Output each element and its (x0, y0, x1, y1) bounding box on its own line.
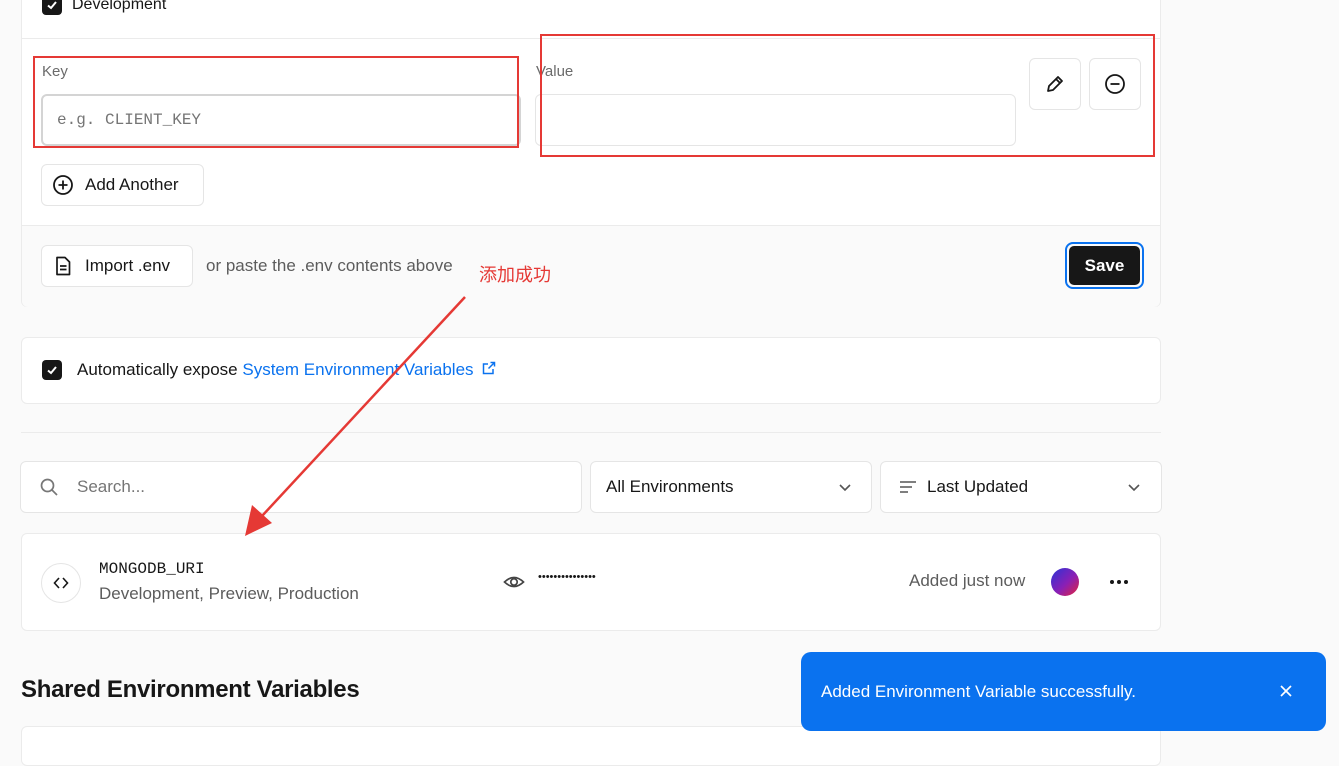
close-icon[interactable] (1278, 683, 1294, 699)
paste-hint: or paste the .env contents above (206, 256, 453, 275)
import-env-label: Import .env (85, 256, 171, 275)
variable-masked-value: ••••••••••••••• (538, 571, 596, 583)
sort-select-value: Last Updated (927, 477, 1029, 496)
avatar (1051, 568, 1079, 596)
development-label: Development (72, 0, 167, 13)
development-checkbox[interactable] (42, 0, 62, 15)
add-another-label: Add Another (85, 175, 179, 194)
annotation-text: 添加成功 (479, 265, 551, 285)
environment-select[interactable]: All Environments (590, 461, 872, 513)
variable-type-badge (41, 563, 81, 603)
eye-icon[interactable] (503, 571, 525, 593)
shared-section-card (21, 726, 1161, 766)
variable-name: MONGODB_URI (99, 560, 205, 578)
sort-lines-icon (900, 481, 916, 493)
chevron-down-icon (839, 484, 851, 492)
more-horizontal-icon[interactable] (1108, 571, 1130, 593)
system-env-link[interactable]: System Environment Variables (242, 360, 473, 379)
import-env-button[interactable]: Import .env (41, 245, 193, 287)
shared-section-title: Shared Environment Variables (21, 676, 360, 703)
sort-select[interactable]: Last Updated (880, 461, 1162, 513)
search-input[interactable] (75, 476, 519, 498)
search-box[interactable] (20, 461, 582, 513)
success-toast: Added Environment Variable successfully. (801, 652, 1326, 731)
chevron-down-icon (1128, 484, 1140, 492)
search-icon (40, 478, 58, 496)
variable-environments: Development, Preview, Production (99, 584, 359, 603)
check-icon (47, 366, 57, 375)
auto-expose-checkbox[interactable] (42, 360, 62, 380)
section-divider (21, 432, 1161, 433)
save-label: Save (1069, 246, 1140, 285)
add-another-button[interactable]: Add Another (41, 164, 204, 206)
save-button[interactable]: Save (1065, 242, 1144, 289)
variable-updated: Added just now (909, 571, 1026, 590)
annotation-box-key (33, 56, 519, 148)
external-link-icon[interactable] (481, 360, 497, 376)
auto-expose-text: Automatically expose System Environment … (77, 360, 497, 380)
auto-expose-label: Automatically expose (77, 360, 238, 379)
file-icon (56, 256, 71, 276)
toast-message: Added Environment Variable successfully. (821, 681, 1136, 701)
check-icon (47, 1, 57, 10)
plus-circle-icon (53, 175, 73, 195)
environment-select-value: All Environments (606, 477, 734, 496)
annotation-box-value (540, 34, 1155, 157)
code-icon (53, 577, 69, 589)
